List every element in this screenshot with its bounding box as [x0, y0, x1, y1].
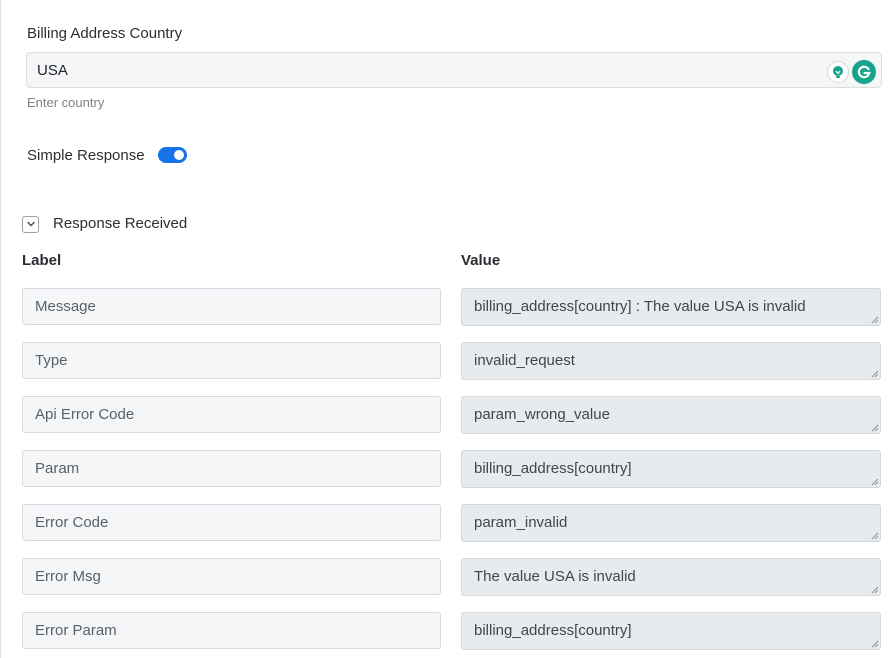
row-value-field[interactable]: invalid_request	[461, 342, 881, 380]
row-value-text: The value USA is invalid	[474, 568, 636, 585]
simple-response-toggle[interactable]	[158, 147, 187, 163]
row-label-field[interactable]: Error Msg	[22, 558, 441, 595]
row-value-field[interactable]: billing_address[country]	[461, 450, 881, 488]
resize-grip-icon[interactable]	[869, 530, 879, 540]
page: Billing Address Country Enter country Si…	[0, 0, 889, 658]
response-row: Error Code param_invalid	[1, 504, 889, 542]
row-label-field[interactable]: Error Code	[22, 504, 441, 541]
row-value-field[interactable]: billing_address[country] : The value USA…	[461, 288, 881, 326]
response-row: Type invalid_request	[1, 342, 889, 380]
response-row: Error Param billing_address[country]	[1, 612, 889, 650]
resize-grip-icon[interactable]	[869, 368, 879, 378]
row-label-field[interactable]: Api Error Code	[22, 396, 441, 433]
resize-grip-icon[interactable]	[869, 638, 879, 648]
row-value-text: param_invalid	[474, 514, 568, 531]
simple-response-label: Simple Response	[27, 147, 145, 164]
billing-country-input[interactable]	[26, 52, 882, 88]
resize-grip-icon[interactable]	[869, 314, 879, 324]
row-value-field[interactable]: param_wrong_value	[461, 396, 881, 434]
row-value-text: billing_address[country] : The value USA…	[474, 298, 806, 315]
row-label-field[interactable]: Error Param	[22, 612, 441, 649]
row-value-field[interactable]: param_invalid	[461, 504, 881, 542]
response-collapse-button[interactable]	[22, 216, 39, 233]
response-row: Api Error Code param_wrong_value	[1, 396, 889, 434]
row-label-field[interactable]: Message	[22, 288, 441, 325]
resize-grip-icon[interactable]	[869, 422, 879, 432]
response-row: Error Msg The value USA is invalid	[1, 558, 889, 596]
chevron-down-icon	[26, 216, 36, 234]
grammarly-icon[interactable]	[852, 60, 876, 84]
response-received-title: Response Received	[53, 215, 188, 232]
value-column-header: Value	[461, 252, 501, 269]
row-value-field[interactable]: The value USA is invalid	[461, 558, 881, 596]
row-label-field[interactable]: Type	[22, 342, 441, 379]
response-row: Param billing_address[country]	[1, 450, 889, 488]
row-value-text: billing_address[country]	[474, 622, 632, 639]
resize-grip-icon[interactable]	[869, 584, 879, 594]
row-value-text: billing_address[country]	[474, 460, 632, 477]
row-value-text: param_wrong_value	[474, 406, 610, 423]
toggle-knob	[174, 150, 184, 160]
billing-country-hint: Enter country	[27, 95, 105, 110]
grammarly-widget	[827, 58, 876, 86]
response-row: Message billing_address[country] : The v…	[1, 288, 889, 326]
row-value-field[interactable]: billing_address[country]	[461, 612, 881, 650]
lightbulb-icon[interactable]	[827, 61, 849, 83]
billing-country-label: Billing Address Country	[27, 25, 183, 42]
row-value-text: invalid_request	[474, 352, 575, 369]
label-column-header: Label	[22, 252, 62, 269]
row-label-field[interactable]: Param	[22, 450, 441, 487]
resize-grip-icon[interactable]	[869, 476, 879, 486]
